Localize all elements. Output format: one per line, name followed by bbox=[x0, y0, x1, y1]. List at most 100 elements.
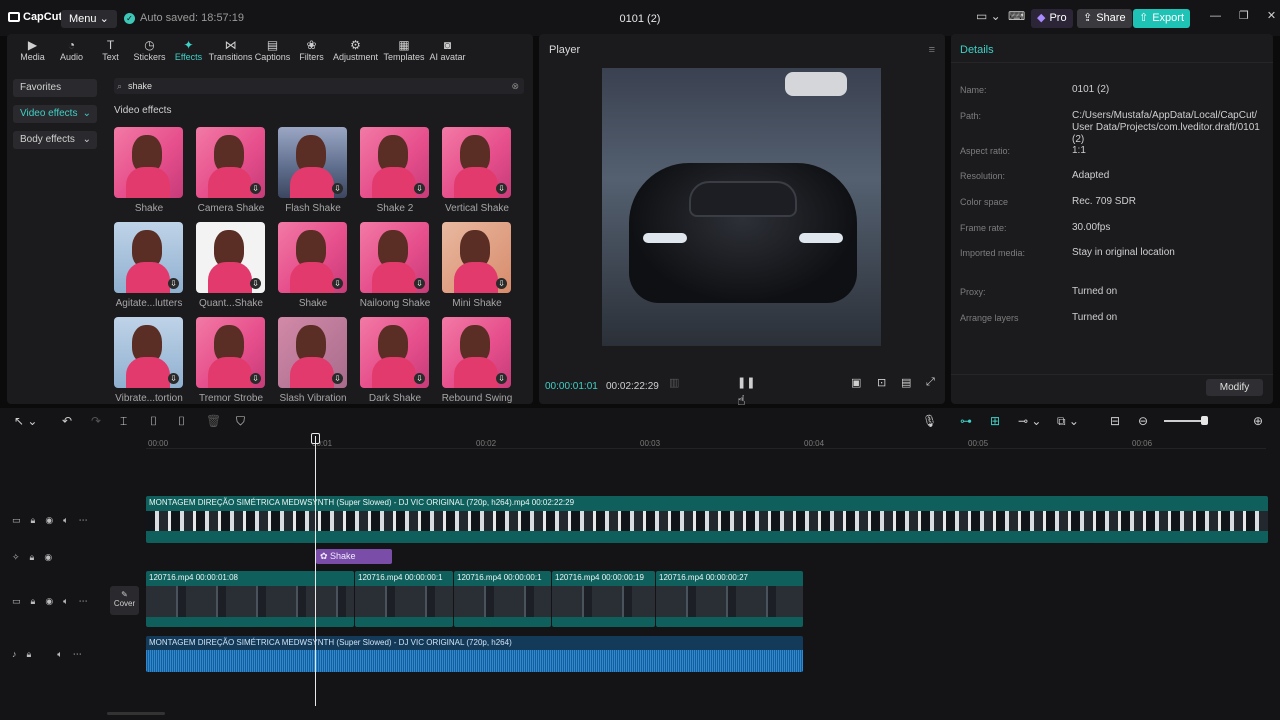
effect-card[interactable]: ⇩ Vibrate...tortion bbox=[114, 317, 183, 404]
tool-adjustment[interactable]: ⚙ Adjustment bbox=[331, 38, 380, 62]
share-button[interactable]: ⇪ Share bbox=[1077, 9, 1132, 28]
maximize-icon[interactable]: ❐ bbox=[1239, 9, 1249, 22]
pause-button[interactable]: ❚❚ bbox=[737, 376, 755, 389]
fullscreen-quality-button[interactable]: ▣ bbox=[851, 376, 861, 389]
zoom-fit-button[interactable]: ⊡ bbox=[877, 376, 886, 389]
effect-clip[interactable]: ✿ Shake bbox=[316, 549, 392, 564]
preview-axis-icon[interactable]: ⧉ ⌄ bbox=[1057, 414, 1079, 429]
effect-card[interactable]: ⇩ Quant...Shake bbox=[196, 222, 265, 309]
effect-card[interactable]: ⇩ Nailoong Shake bbox=[360, 222, 430, 309]
speaker-icon[interactable]: 🔈︎ bbox=[57, 649, 62, 660]
download-icon[interactable]: ⇩ bbox=[496, 278, 507, 289]
more-icon[interactable]: ⋯ bbox=[79, 515, 88, 526]
cover-button[interactable]: ✎ Cover bbox=[110, 586, 139, 615]
more-icon[interactable]: ⋯ bbox=[73, 649, 82, 660]
auto-snap-icon[interactable]: ⊞ bbox=[990, 414, 1000, 428]
lock-icon[interactable]: 🔒︎ bbox=[31, 515, 36, 526]
download-icon[interactable]: ⇩ bbox=[332, 183, 343, 194]
download-icon[interactable]: ⇩ bbox=[414, 183, 425, 194]
audio-clip[interactable]: MONTAGEM DIREÇÃO SIMÉTRICA MEDWSYNTH (Su… bbox=[146, 636, 803, 672]
trash-icon[interactable]: 🗑 bbox=[206, 414, 221, 428]
playhead[interactable] bbox=[315, 436, 316, 706]
effect-card[interactable]: Shake bbox=[114, 127, 183, 214]
tool-media[interactable]: ▶ Media bbox=[13, 38, 52, 62]
main-video-clip[interactable]: 120716.mp4 00:00:00:1 bbox=[454, 571, 551, 627]
effect-card[interactable]: ⇩ Dark Shake bbox=[360, 317, 429, 404]
tool-stickers[interactable]: ◷ Stickers bbox=[130, 38, 169, 62]
tool-effects[interactable]: ✦ Effects bbox=[169, 38, 208, 62]
zoom-out-icon[interactable]: ⊖ bbox=[1138, 414, 1148, 428]
caption-icon[interactable]: ⊟ bbox=[1110, 414, 1120, 428]
category-body-effects[interactable]: Body effects ⌄ bbox=[13, 131, 97, 149]
download-icon[interactable]: ⇩ bbox=[332, 373, 343, 384]
download-icon[interactable]: ⇩ bbox=[496, 183, 507, 194]
menu-button[interactable]: Menu ⌄ bbox=[61, 10, 117, 28]
tool-filters[interactable]: ❀ Filters bbox=[292, 38, 331, 62]
shield-icon[interactable]: ⛉ bbox=[236, 414, 245, 429]
select-tool-icon[interactable]: ↖ ⌄ bbox=[14, 414, 37, 428]
download-icon[interactable]: ⇩ bbox=[414, 373, 425, 384]
category-video-effects[interactable]: Video effects ⌄ bbox=[13, 105, 97, 123]
tool-text[interactable]: T Text bbox=[91, 38, 130, 62]
tool-audio[interactable]: ◔ Audio bbox=[52, 38, 91, 62]
undo-icon[interactable]: ↶ bbox=[62, 414, 72, 428]
fullscreen-button[interactable]: ⤢ bbox=[926, 376, 935, 389]
eye-icon[interactable]: ◉ bbox=[45, 515, 53, 526]
timeline-scrollbar[interactable] bbox=[107, 712, 165, 715]
delete-left-icon[interactable]: ⌷ bbox=[150, 414, 157, 429]
lock-icon[interactable]: 🔒︎ bbox=[27, 649, 32, 660]
more-icon[interactable]: ⋯ bbox=[79, 596, 88, 607]
download-icon[interactable]: ⇩ bbox=[414, 278, 425, 289]
player-menu-icon[interactable]: ≡ bbox=[929, 44, 935, 56]
speaker-icon[interactable]: 🔈︎ bbox=[63, 596, 68, 607]
eye-icon[interactable]: ◉ bbox=[45, 596, 53, 607]
download-icon[interactable]: ⇩ bbox=[250, 373, 261, 384]
export-button[interactable]: ⇧ Export bbox=[1133, 9, 1191, 28]
lock-icon[interactable]: 🔒︎ bbox=[30, 552, 35, 563]
effect-card[interactable]: ⇩ Flash Shake bbox=[278, 127, 347, 214]
download-icon[interactable]: ⇩ bbox=[332, 278, 343, 289]
main-video-clip[interactable]: 120716.mp4 00:00:00:1 bbox=[355, 571, 453, 627]
aspect-ratio-button[interactable]: ▤ bbox=[901, 376, 911, 389]
keyboard-button[interactable]: ⌨ bbox=[1008, 9, 1025, 23]
tool-captions[interactable]: ▤ Captions bbox=[253, 38, 292, 62]
split-icon[interactable]: ⌶ bbox=[120, 414, 127, 429]
delete-right-icon[interactable]: ⌷ bbox=[178, 414, 185, 429]
effect-card[interactable]: ⇩ Agitate...lutters bbox=[114, 222, 183, 309]
minimize-icon[interactable]: — bbox=[1210, 10, 1221, 22]
speaker-icon[interactable]: 🔈︎ bbox=[63, 515, 68, 526]
tool-transitions[interactable]: ⋈ Transitions bbox=[208, 38, 253, 62]
tool-ai-avatar[interactable]: ◙ AI avatar bbox=[428, 38, 467, 62]
download-icon[interactable]: ⇩ bbox=[496, 373, 507, 384]
effects-search-input[interactable]: ⌕ shake ⊗ bbox=[114, 78, 524, 94]
zoom-slider-handle[interactable] bbox=[1201, 416, 1208, 425]
main-video-clip[interactable]: 120716.mp4 00:00:01:08 bbox=[146, 571, 354, 627]
eye-icon[interactable]: ◉ bbox=[44, 552, 52, 563]
download-icon[interactable]: ⇩ bbox=[250, 183, 261, 194]
effect-card[interactable]: ⇩ Vertical Shake bbox=[442, 127, 511, 214]
category-favorites[interactable]: Favorites bbox=[13, 79, 97, 97]
tool-templates[interactable]: ▦ Templates bbox=[380, 38, 428, 62]
effect-card[interactable]: ⇩ Camera Shake bbox=[196, 127, 265, 214]
download-icon[interactable]: ⇩ bbox=[168, 278, 179, 289]
effect-card[interactable]: ⇩ Tremor Strobe bbox=[196, 317, 265, 404]
link-icon[interactable]: ⊸ ⌄ bbox=[1018, 414, 1041, 428]
microphone-icon[interactable]: 🎙 bbox=[922, 414, 937, 428]
main-video-clip[interactable]: 120716.mp4 00:00:00:19 bbox=[552, 571, 655, 627]
download-icon[interactable]: ⇩ bbox=[168, 373, 179, 384]
modify-button[interactable]: Modify bbox=[1206, 379, 1263, 396]
main-video-clip[interactable]: 120716.mp4 00:00:00:27 bbox=[656, 571, 803, 627]
effect-card[interactable]: ⇩ Shake bbox=[278, 222, 347, 309]
effect-card[interactable]: ⇩ Rebound Swing bbox=[442, 317, 512, 404]
effect-card[interactable]: ⇩ Slash Vibration bbox=[278, 317, 347, 404]
zoom-in-icon[interactable]: ⊕ bbox=[1253, 414, 1263, 428]
clear-search-icon[interactable]: ⊗ bbox=[511, 78, 519, 94]
layout-button[interactable]: ▭ ⌄ bbox=[976, 9, 1001, 23]
effect-card[interactable]: ⇩ Shake 2 bbox=[360, 127, 429, 214]
magnet-icon[interactable]: ⊶ bbox=[960, 414, 972, 428]
timecode-icon[interactable]: ▥ bbox=[669, 376, 679, 389]
lock-icon[interactable]: 🔒︎ bbox=[31, 596, 36, 607]
pro-button[interactable]: ◆ Pro bbox=[1031, 9, 1073, 28]
effect-card[interactable]: ⇩ Mini Shake bbox=[442, 222, 511, 309]
close-icon[interactable]: ✕ bbox=[1267, 9, 1276, 22]
